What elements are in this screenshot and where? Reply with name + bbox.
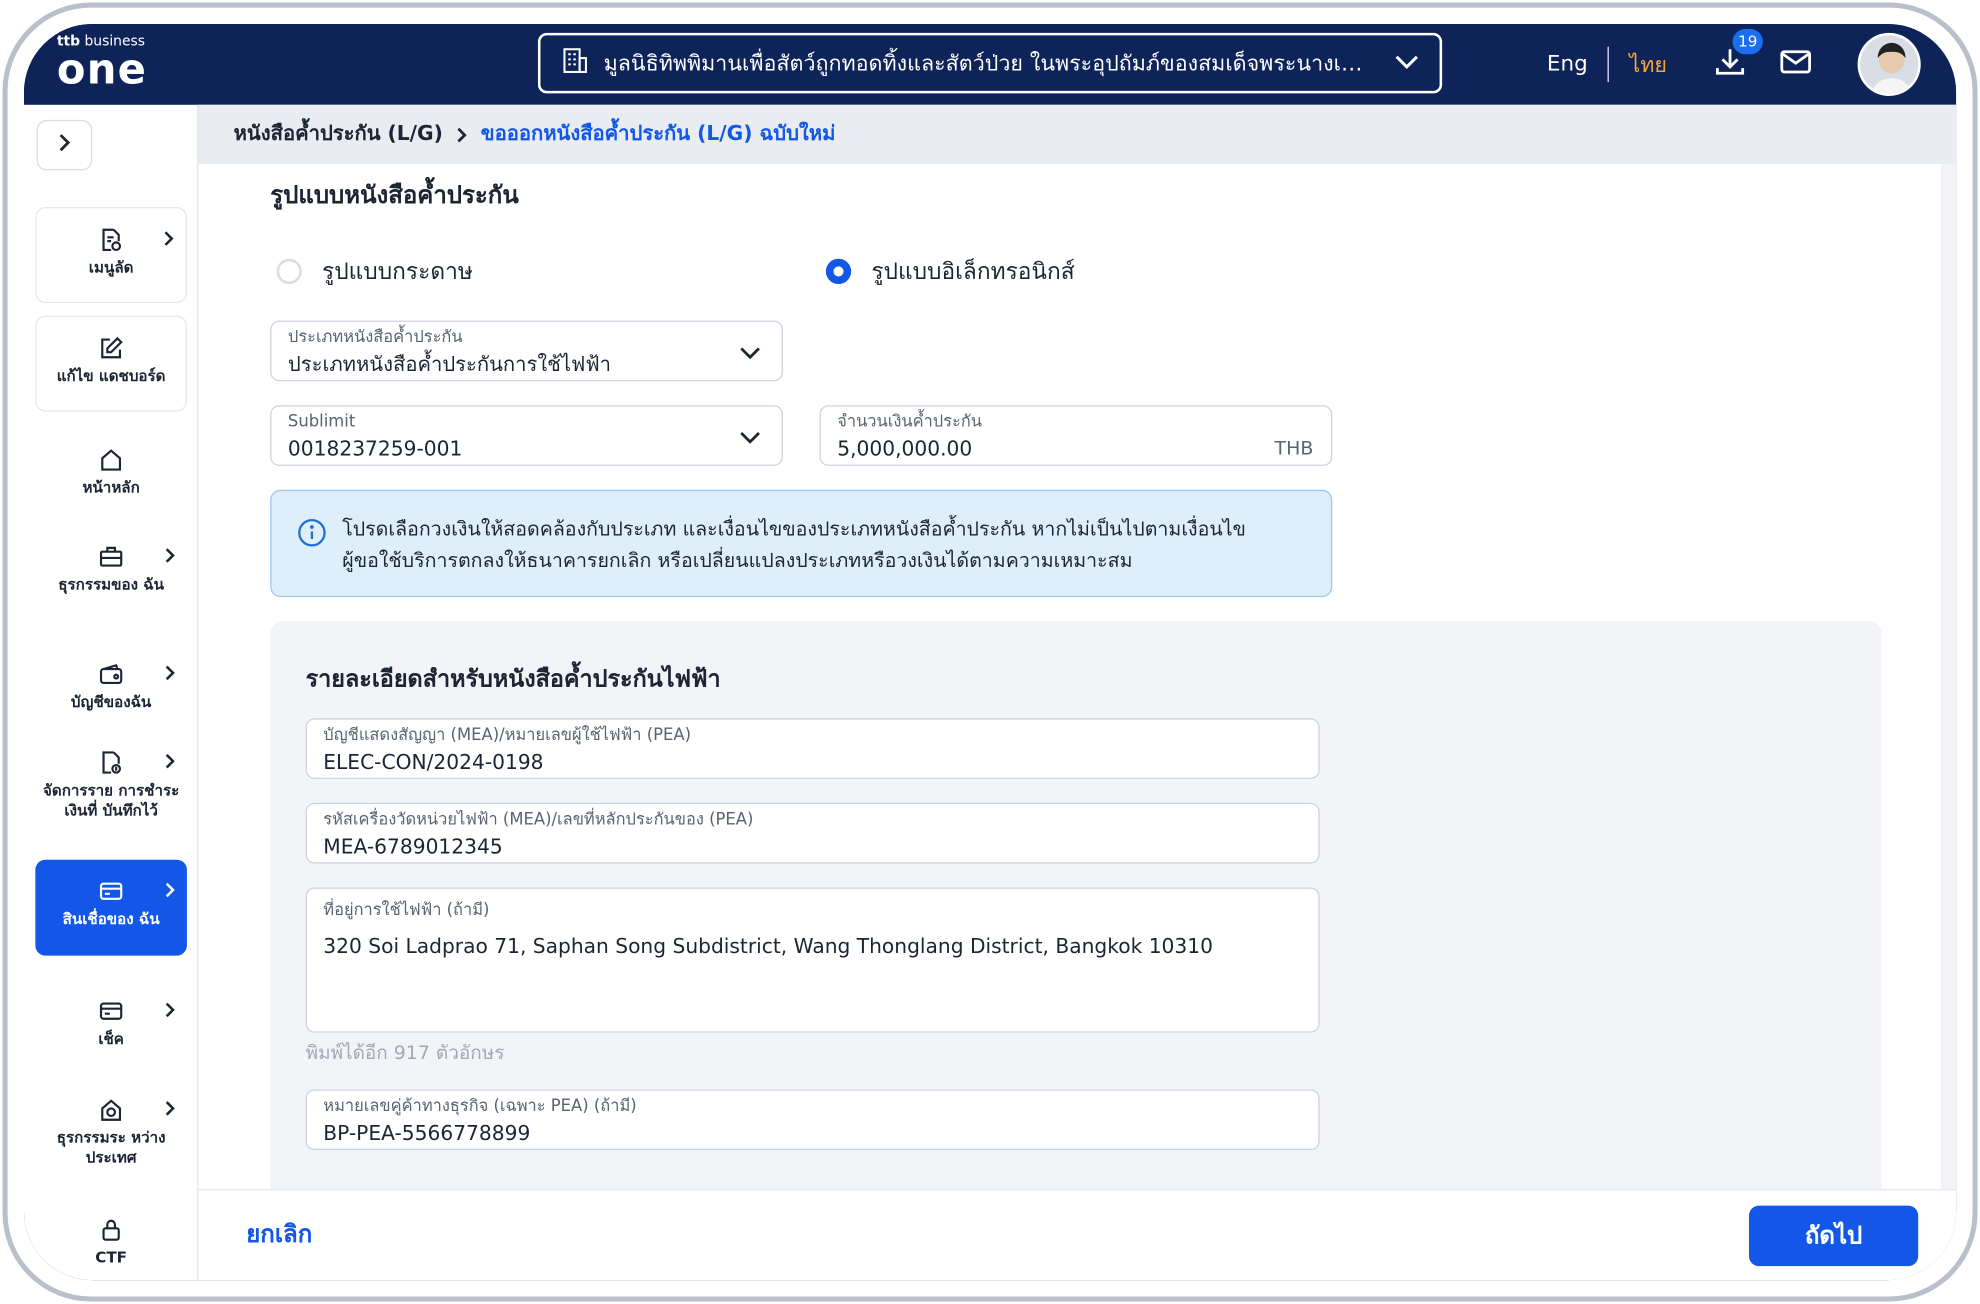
lang-divider <box>1607 46 1610 83</box>
chevron-down-icon <box>739 427 762 451</box>
app-screen: ttb business one มูลนิธิทิพพิมานเพื่อสัต… <box>23 23 1957 1281</box>
mail-button[interactable] <box>1776 44 1816 84</box>
sidebar-item-my-loans[interactable]: สินเชื่อของ ฉัน <box>35 859 187 956</box>
sidebar-item-cheque[interactable]: เช็ค <box>35 980 187 1056</box>
lang-english[interactable]: Eng <box>1547 52 1588 77</box>
radio-paper-format[interactable]: รูปแบบกระดาษ <box>276 252 473 289</box>
section-title: รูปแบบหนังสือค้ำประกัน <box>270 181 519 210</box>
footer-actions: ยกเลิก ถัดไป <box>198 1189 1957 1281</box>
chevron-right-icon <box>164 880 177 904</box>
breadcrumb-current: ขอออกหนังสือค้ำประกัน (L/G) ฉบับใหม่ <box>480 121 836 146</box>
sidebar-item-label: สินเชื่อของ ฉัน <box>62 910 160 928</box>
panel-title: รายละเอียดสำหรับหนังสือค้ำประกันไฟฟ้า <box>305 666 721 694</box>
electricity-details-panel: รายละเอียดสำหรับหนังสือค้ำประกันไฟฟ้า บั… <box>270 621 1882 1190</box>
sidebar-item-international[interactable]: ธุรกรรมระ หว่างประเทศ <box>35 1078 187 1174</box>
sidebar-item-label: เมนูลัด <box>88 258 134 277</box>
contract-account-input[interactable]: บัญชีแสดงสัญญา (MEA)/หมายเลขผู้ใช้ไฟฟ้า … <box>305 718 1320 779</box>
chevron-right-icon <box>164 1000 177 1024</box>
chevron-right-icon <box>57 133 72 158</box>
sidebar-item-saved-payments[interactable]: จัดการราย การชำระเงินที่ บันทึกไว้ <box>35 731 187 847</box>
sidebar-item-ctf[interactable]: CTF <box>35 1198 187 1274</box>
sidebar-item-my-accounts[interactable]: บัญชีของฉัน <box>35 643 187 719</box>
sidebar-item-label: เช็ค <box>98 1030 124 1048</box>
info-icon <box>297 518 327 558</box>
saved-payment-icon <box>98 749 123 777</box>
meter-code-input[interactable]: รหัสเครื่องวัดหน่วยไฟฟ้า (MEA)/เลขที่หลั… <box>305 802 1320 864</box>
main-area: หนังสือค้ำประกัน (L/G) ขอออกหนังสือค้ำปร… <box>198 104 1957 1281</box>
sidebar-item-my-transactions[interactable]: ธุรกรรมของ ฉัน <box>35 525 187 623</box>
mail-icon <box>1779 48 1812 81</box>
international-icon <box>98 1096 123 1124</box>
top-header: ttb business one มูลนิธิทิพพิมานเพื่อสัต… <box>23 23 1957 105</box>
shortcut-doc-icon <box>98 226 123 254</box>
download-count-badge: 19 <box>1732 29 1763 55</box>
radio-unchecked[interactable] <box>276 258 302 284</box>
wallet-icon <box>98 660 123 688</box>
chevron-down-icon <box>739 342 762 366</box>
loan-card-icon <box>98 877 123 905</box>
sidebar-item-label: หน้าหลัก <box>82 478 140 497</box>
sidebar-item-shortcut[interactable]: เมนูลัด <box>35 207 187 303</box>
chevron-right-icon <box>455 126 468 144</box>
sidebar-item-label: แก้ไข แดชบอร์ด <box>56 367 166 386</box>
info-notice: โปรดเลือกวงเงินให้สอดคล้องกับประเภท และเ… <box>270 489 1333 598</box>
edit-icon <box>98 335 123 363</box>
guarantee-amount-input[interactable]: จำนวนเงินค้ำประกัน 5,000,000.00 THB <box>819 405 1333 466</box>
download-button[interactable]: 19 <box>1710 29 1763 84</box>
lg-type-select[interactable]: ประเภทหนังสือค้ำประกัน ประเภทหนังสือค้ำป… <box>270 320 783 382</box>
sidebar-item-label: ธุรกรรมระ หว่างประเทศ <box>56 1128 166 1167</box>
sidebar-item-label: บัญชีของฉัน <box>70 693 152 711</box>
sidebar-expand-button[interactable] <box>36 119 93 171</box>
cancel-button[interactable]: ยกเลิก <box>246 1216 312 1254</box>
usage-address-textarea[interactable]: ที่อยู่การใช้ไฟฟ้า (ถ้ามี) 320 Soi Ladpr… <box>305 887 1320 1033</box>
business-partner-input[interactable]: หมายเลขคู่ค้าทางธุรกิจ (เฉพาะ PEA) (ถ้าม… <box>305 1089 1320 1151</box>
header-actions: Eng ไทย 19 <box>1547 24 1816 105</box>
sidebar-item-label: ธุรกรรมของ ฉัน <box>58 575 164 594</box>
lock-icon <box>100 1216 123 1244</box>
sidebar-item-label: CTF <box>95 1248 128 1267</box>
currency-unit: THB <box>1274 436 1314 460</box>
sidebar-item-home[interactable]: หน้าหลัก <box>35 428 187 511</box>
chevron-right-icon <box>163 228 176 252</box>
chevron-down-icon <box>1394 51 1419 75</box>
company-selector[interactable]: มูลนิธิทิพพิมานเพื่อสัตว์ถูกทอดทิ้งและสั… <box>537 32 1443 94</box>
character-counter: พิมพ์ได้อีก 917 ตัวอักษร <box>305 1041 505 1065</box>
sidebar-item-edit-dashboard[interactable]: แก้ไข แดชบอร์ด <box>35 315 187 412</box>
ttb-business-one-logo[interactable]: ttb business one <box>57 33 147 89</box>
breadcrumb: หนังสือค้ำประกัน (L/G) ขอออกหนังสือค้ำปร… <box>198 104 1957 165</box>
form-content: รูปแบบหนังสือค้ำประกัน รูปแบบกระดาษ รูปแ… <box>198 164 1941 1190</box>
lang-thai[interactable]: ไทย <box>1629 47 1667 81</box>
home-icon <box>98 446 123 474</box>
chevron-right-icon <box>164 545 177 569</box>
chevron-right-icon <box>164 1098 177 1122</box>
chevron-right-icon <box>164 663 177 687</box>
sidebar: เมนูลัด แก้ไข แดชบอร์ด หน้าหลัก ธุรกรรมข… <box>23 104 199 1281</box>
breadcrumb-link-lg[interactable]: หนังสือค้ำประกัน (L/G) <box>234 119 443 151</box>
radio-checked[interactable] <box>825 258 852 284</box>
user-avatar[interactable] <box>1857 32 1921 96</box>
radio-electronic-format[interactable]: รูปแบบอิเล็กทรอนิกส์ <box>825 252 1075 289</box>
chevron-right-icon <box>164 751 177 775</box>
next-button[interactable]: ถัดไป <box>1748 1205 1919 1267</box>
sidebar-item-label: จัดการราย การชำระเงินที่ บันทึกไว้ <box>42 781 180 820</box>
content-scrollbar[interactable] <box>1940 164 1957 1190</box>
briefcase-icon <box>98 543 123 571</box>
building-icon <box>561 47 589 80</box>
sublimit-select[interactable]: Sublimit 0018237259-001 <box>270 405 783 466</box>
cheque-icon <box>98 997 123 1025</box>
company-name: มูลนิธิทิพพิมานเพื่อสัตว์ถูกทอดทิ้งและสั… <box>603 51 1374 77</box>
